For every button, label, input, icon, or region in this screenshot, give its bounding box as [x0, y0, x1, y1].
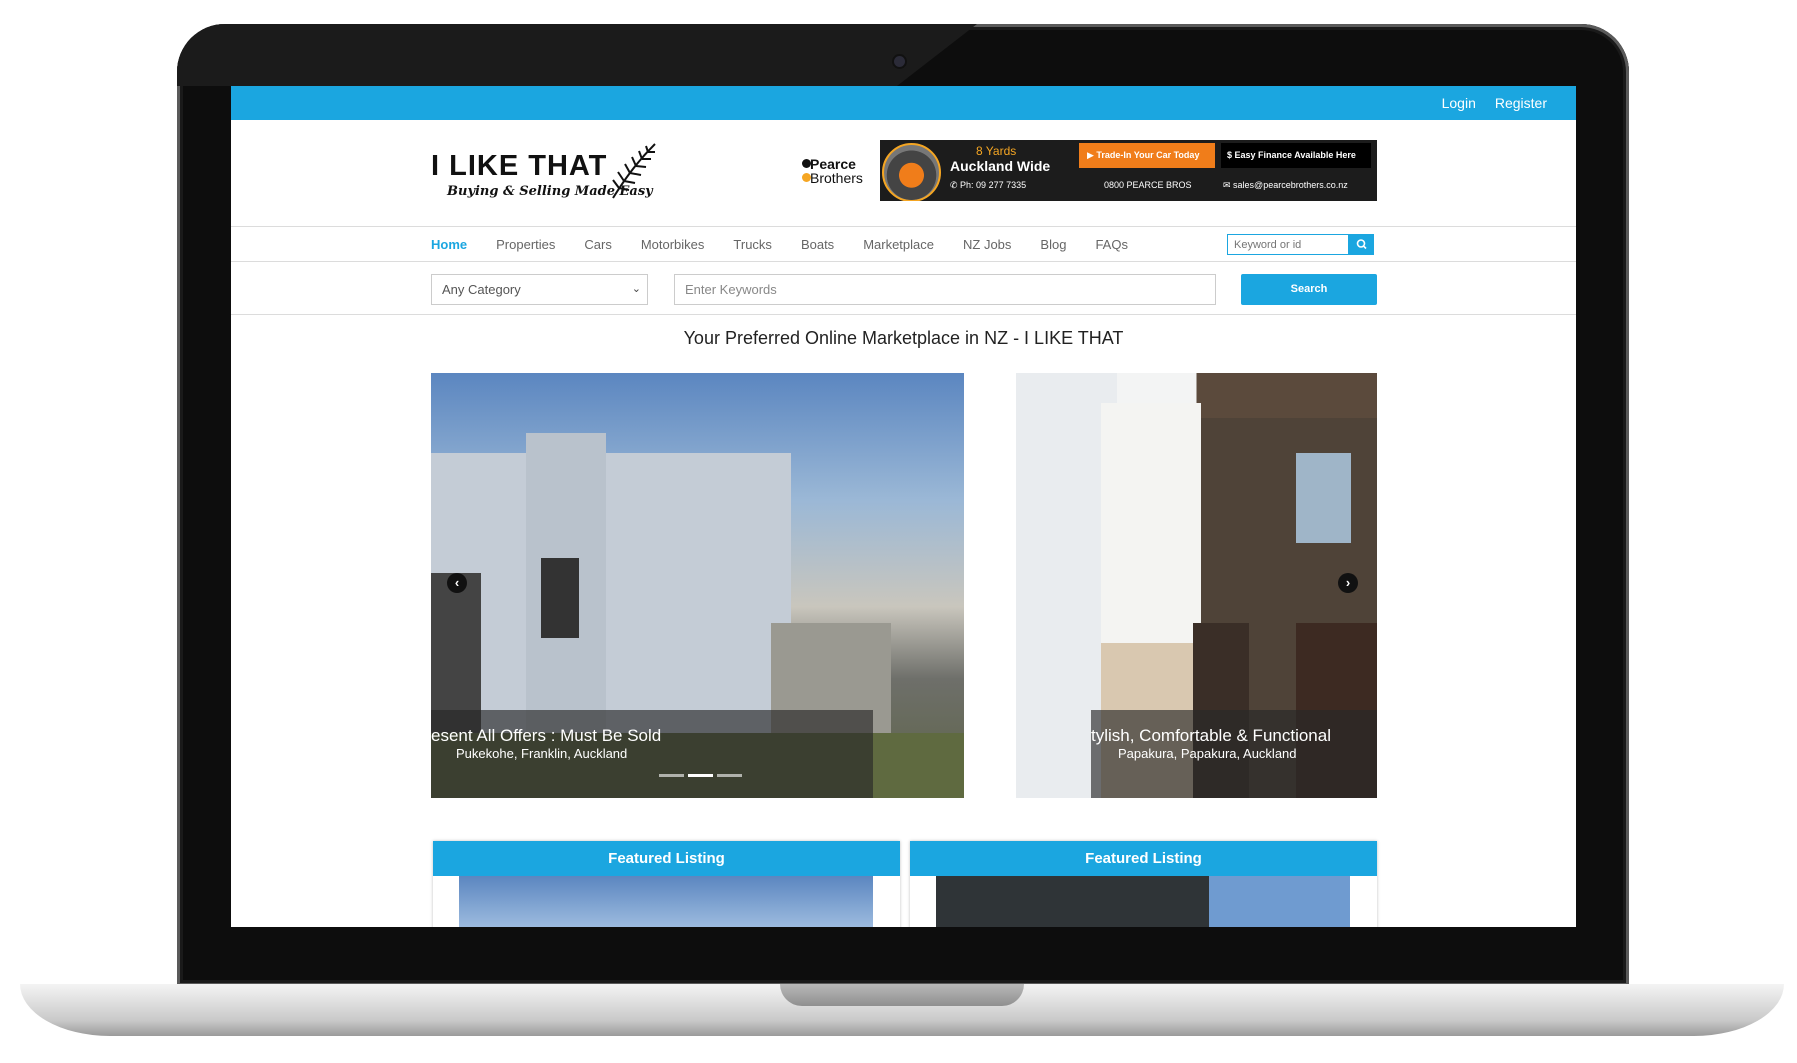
- ad-brand-line2: Brothers: [810, 170, 863, 186]
- ad-finance: $ Easy Finance Available Here: [1221, 143, 1371, 168]
- category-select[interactable]: Any Category ⌄: [431, 274, 648, 305]
- chevron-right-icon[interactable]: ›: [1338, 573, 1358, 593]
- ad-finance-text: Easy Finance Available Here: [1234, 150, 1356, 160]
- nav-search-button[interactable]: [1349, 234, 1374, 255]
- ad-trade-in-text: Trade-In Your Car Today: [1096, 150, 1200, 160]
- nav-item-boats[interactable]: Boats: [801, 237, 834, 252]
- ad-email-text: sales@pearcebrothers.co.nz: [1233, 180, 1348, 190]
- slide-image[interactable]: tylish, Comfortable & Functional Papakur…: [1016, 373, 1377, 798]
- ad-trade-in: ▶ Trade-In Your Car Today: [1079, 143, 1215, 168]
- chevron-down-icon: ⌄: [631, 283, 641, 295]
- browser-viewport: Login Register I LIKE THAT Buying & Sell…: [231, 86, 1576, 927]
- search-bar: Any Category ⌄ Enter Keywords Search: [231, 262, 1576, 315]
- nav-search-input[interactable]: [1227, 234, 1349, 255]
- webcam-icon: [894, 56, 905, 67]
- slider-dot[interactable]: [717, 774, 742, 777]
- search-icon: [1356, 239, 1367, 250]
- nav-item-nz-jobs[interactable]: NZ Jobs: [963, 237, 1011, 252]
- chevron-left-icon[interactable]: ‹: [447, 573, 467, 593]
- slide-caption: esent All Offers : Must Be Sold Pukekohe…: [431, 710, 873, 798]
- ad-freephone: 0800 PEARCE BROS: [1104, 180, 1192, 190]
- nav-item-marketplace[interactable]: Marketplace: [863, 237, 934, 252]
- house-image: [1296, 453, 1351, 543]
- ad-phone-text: Ph: 09 277 7335: [960, 180, 1027, 190]
- nav-item-cars[interactable]: Cars: [584, 237, 611, 252]
- ad-yards: 8 Yards: [976, 144, 1017, 158]
- top-bar: Login Register: [231, 86, 1576, 120]
- slide-location: Pukekohe, Franklin, Auckland: [456, 746, 628, 761]
- slider-dots: [659, 774, 742, 777]
- search-button[interactable]: Search: [1241, 274, 1377, 305]
- listing-image: [459, 876, 873, 927]
- nav-item-properties[interactable]: Properties: [496, 237, 555, 252]
- slider-dot[interactable]: [659, 774, 684, 777]
- slide-location: Papakura, Papakura, Auckland: [1118, 746, 1297, 761]
- slide-caption: tylish, Comfortable & Functional Papakur…: [1091, 710, 1377, 798]
- slide-title: esent All Offers : Must Be Sold: [431, 726, 662, 745]
- page-headline: Your Preferred Online Marketplace in NZ …: [683, 328, 1124, 348]
- main-nav: Home Properties Cars Motorbikes Trucks B…: [231, 227, 1576, 262]
- slide-image[interactable]: esent All Offers : Must Be Sold Pukekohe…: [431, 373, 964, 798]
- register-link[interactable]: Register: [1495, 95, 1547, 111]
- featured-listing-header: Featured Listing: [910, 841, 1377, 876]
- featured-listing-card[interactable]: Featured Listing: [910, 841, 1377, 927]
- laptop-base-notch: [780, 984, 1024, 1006]
- car-image: [882, 143, 941, 201]
- house-image: [1101, 403, 1201, 643]
- nav-search: [1227, 234, 1374, 255]
- nav-item-home[interactable]: Home: [431, 237, 467, 252]
- nav-item-faqs[interactable]: FAQs: [1095, 237, 1128, 252]
- nav-item-blog[interactable]: Blog: [1040, 237, 1066, 252]
- login-link[interactable]: Login: [1442, 95, 1476, 111]
- site-header: I LIKE THAT Buying & Selling Made Easy P…: [231, 120, 1576, 227]
- listing-image: [936, 876, 1350, 927]
- ad-banner[interactable]: Pearce Brothers 8 Yards Auckland Wide ✆ …: [796, 140, 1377, 201]
- site-logo[interactable]: I LIKE THAT Buying & Selling Made Easy: [431, 143, 656, 199]
- ad-area: Auckland Wide: [950, 158, 1051, 174]
- house-image: [431, 573, 481, 733]
- slide-title: tylish, Comfortable & Functional: [1091, 726, 1331, 745]
- house-image: [431, 453, 791, 733]
- ad-phone: ✆ Ph: 09 277 7335: [950, 180, 1027, 190]
- category-select-value: Any Category: [442, 282, 521, 297]
- featured-listing-header: Featured Listing: [433, 841, 900, 876]
- house-image: [541, 558, 579, 638]
- nav-item-trucks[interactable]: Trucks: [733, 237, 772, 252]
- nav-menu: Home Properties Cars Motorbikes Trucks B…: [431, 227, 1157, 261]
- nav-item-motorbikes[interactable]: Motorbikes: [641, 237, 705, 252]
- ad-email: ✉ sales@pearcebrothers.co.nz: [1223, 180, 1348, 190]
- screen-glare: [177, 24, 977, 86]
- slider-dot[interactable]: [688, 774, 713, 777]
- featured-listing-card[interactable]: Featured Listing: [433, 841, 900, 927]
- keywords-input[interactable]: Enter Keywords: [674, 274, 1216, 305]
- fern-icon: [612, 143, 656, 199]
